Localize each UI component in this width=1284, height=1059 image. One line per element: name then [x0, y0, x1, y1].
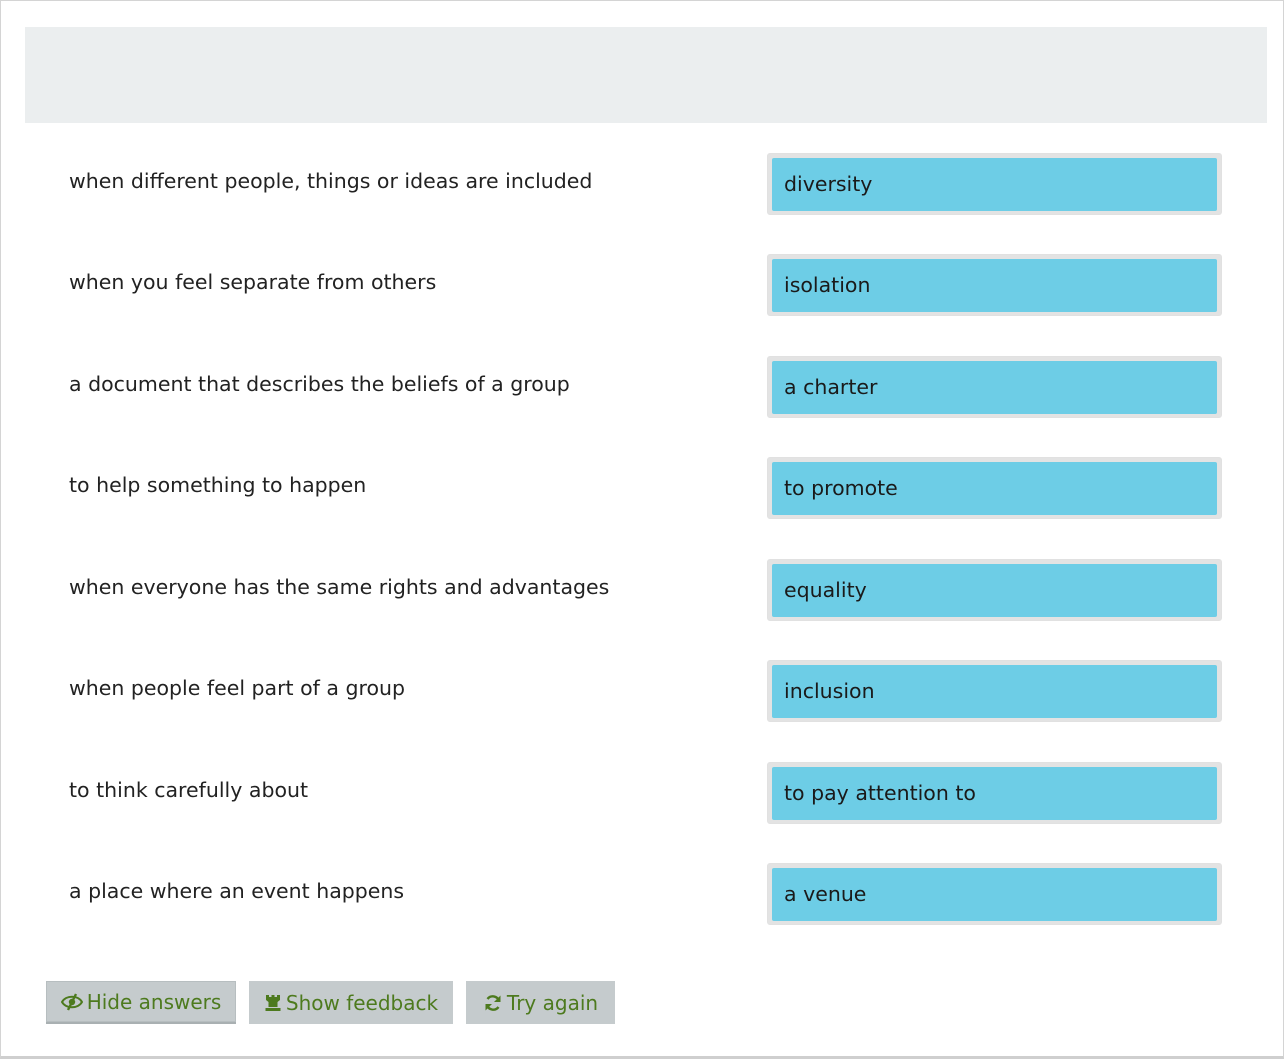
prompt-text: when different people, things or ideas a…: [69, 169, 593, 193]
prompt-text: when you feel separate from others: [69, 270, 437, 294]
answer-chip[interactable]: a charter: [772, 361, 1217, 414]
show-feedback-button[interactable]: Show feedback: [249, 981, 453, 1024]
match-row: a place where an event happens a venue: [1, 863, 1284, 925]
header-bar: [25, 27, 1267, 123]
answer-chip[interactable]: inclusion: [772, 665, 1217, 718]
drop-zone[interactable]: a charter: [767, 356, 1222, 418]
match-row: when different people, things or ideas a…: [1, 153, 1284, 215]
answer-chip[interactable]: isolation: [772, 259, 1217, 312]
show-feedback-label: Show feedback: [285, 990, 439, 1015]
prompt-text: a document that describes the beliefs of…: [69, 372, 570, 396]
answer-chip[interactable]: equality: [772, 564, 1217, 617]
prompt-text: a place where an event happens: [69, 879, 405, 903]
rook-icon: [264, 994, 282, 1012]
try-again-button[interactable]: Try again: [466, 981, 615, 1024]
refresh-icon: [483, 993, 503, 1013]
drop-zone[interactable]: inclusion: [767, 660, 1222, 722]
hide-answers-button[interactable]: Hide answers: [46, 981, 236, 1024]
drop-zone[interactable]: equality: [767, 559, 1222, 621]
match-row: to help something to happen to promote: [1, 457, 1284, 519]
prompt-text: to think carefully about: [69, 778, 309, 802]
hide-answers-label: Hide answers: [86, 989, 222, 1014]
activity-frame: when different people, things or ideas a…: [0, 0, 1284, 1059]
drop-zone[interactable]: isolation: [767, 254, 1222, 316]
prompt-text: when people feel part of a group: [69, 676, 405, 700]
drop-zone[interactable]: to pay attention to: [767, 762, 1222, 824]
match-row: when everyone has the same rights and ad…: [1, 559, 1284, 621]
match-row: to think carefully about to pay attentio…: [1, 762, 1284, 824]
match-row: a document that describes the beliefs of…: [1, 356, 1284, 418]
answer-chip[interactable]: diversity: [772, 158, 1217, 211]
match-row: when you feel separate from others isola…: [1, 254, 1284, 316]
drop-zone[interactable]: a venue: [767, 863, 1222, 925]
drop-zone[interactable]: diversity: [767, 153, 1222, 215]
answer-chip[interactable]: a venue: [772, 868, 1217, 921]
prompt-text: when everyone has the same rights and ad…: [69, 575, 610, 599]
match-row: when people feel part of a group inclusi…: [1, 660, 1284, 722]
drop-zone[interactable]: to promote: [767, 457, 1222, 519]
try-again-label: Try again: [506, 990, 599, 1015]
answer-chip[interactable]: to pay attention to: [772, 767, 1217, 820]
answer-chip[interactable]: to promote: [772, 462, 1217, 515]
eye-slash-icon: [60, 992, 83, 1011]
prompt-text: to help something to happen: [69, 473, 367, 497]
